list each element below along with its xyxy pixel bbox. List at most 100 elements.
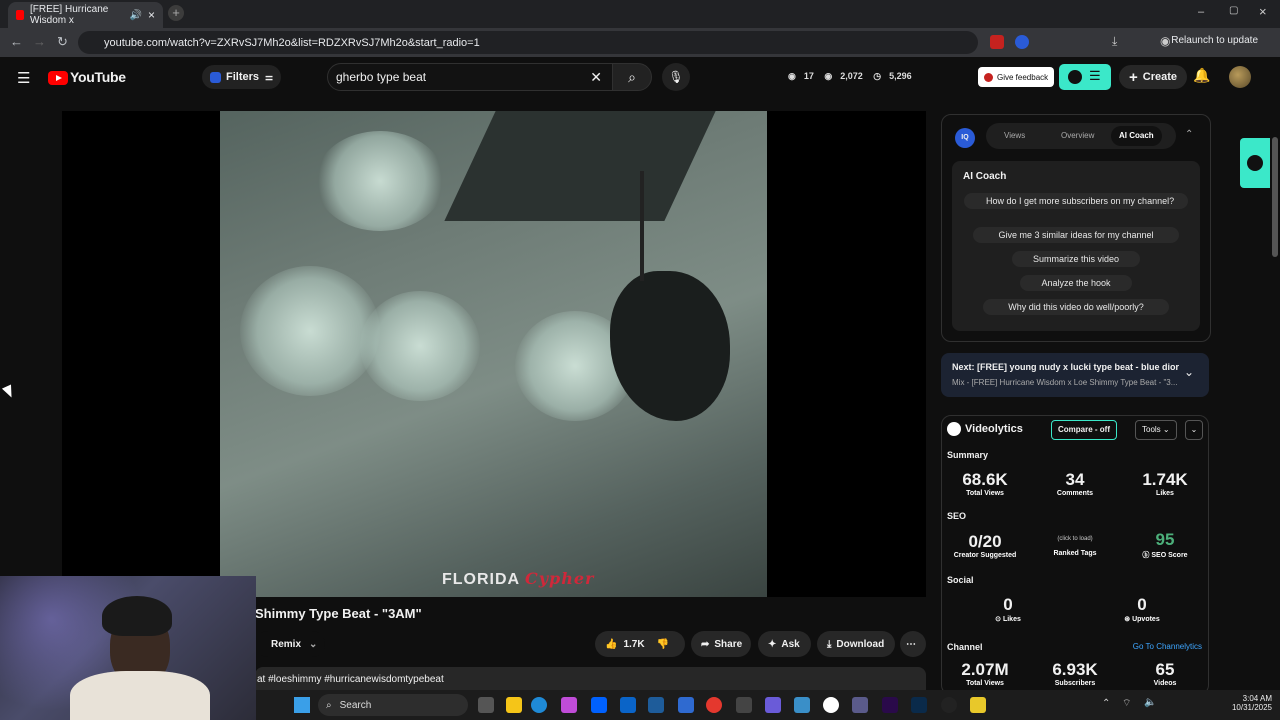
tray-chevron-icon[interactable]: ⌃ bbox=[1102, 698, 1110, 709]
download-button[interactable]: ⤓ Download bbox=[817, 631, 895, 657]
prompt-summarize[interactable]: Summarize this video bbox=[1012, 251, 1140, 267]
app-icon[interactable] bbox=[648, 697, 664, 713]
voice-search-icon[interactable]: 🎙 bbox=[662, 63, 690, 91]
scroll-thumb[interactable] bbox=[1272, 137, 1278, 257]
close-window-icon[interactable]: × bbox=[1259, 4, 1267, 19]
store-icon[interactable] bbox=[678, 697, 694, 713]
chevron-down-icon[interactable]: ⌄ bbox=[1184, 365, 1194, 379]
extension-icon[interactable] bbox=[1015, 35, 1029, 49]
volume-icon[interactable]: 🔈 bbox=[1144, 697, 1156, 708]
channelytics-link[interactable]: Go To Channelytics bbox=[1133, 642, 1202, 651]
ai-coach-panel: IQ Views Overview AI Coach ⌃ AI Coach Ho… bbox=[941, 114, 1211, 342]
hanging-ornament bbox=[610, 271, 730, 421]
videolytics-side-tab[interactable] bbox=[1240, 138, 1270, 188]
app-icon[interactable] bbox=[765, 697, 781, 713]
task-view-icon[interactable] bbox=[478, 697, 494, 713]
give-feedback-button[interactable]: Give feedback bbox=[978, 67, 1055, 87]
reload-icon[interactable]: ↻ bbox=[57, 34, 68, 50]
windows-taskbar: ⌕ Search ⌃ ⌔ 🔈 3:04 AM 10/31/2025 bbox=[256, 690, 1280, 720]
share-button[interactable]: ➦ Share bbox=[691, 631, 751, 657]
like-button[interactable]: 👍 1.7K 👎 bbox=[595, 631, 685, 657]
channel-subs-label: Subscribers bbox=[1054, 680, 1096, 687]
app-icon[interactable] bbox=[970, 697, 986, 713]
logo-text: YouTube bbox=[70, 69, 126, 85]
tab-views[interactable]: Views bbox=[1004, 123, 1025, 149]
url-field[interactable]: youtube.com/watch?v=ZXRvSJ7Mh2o&list=RDZ… bbox=[78, 31, 978, 54]
coach-tabs: Views Overview AI Coach bbox=[986, 123, 1176, 149]
copilot-icon[interactable] bbox=[561, 697, 577, 713]
prompt-why[interactable]: Why did this video do well/poorly? bbox=[983, 299, 1169, 315]
profile-icon[interactable]: ◉ bbox=[1160, 34, 1170, 48]
youtube-logo[interactable]: YouTube bbox=[48, 69, 126, 86]
search-input[interactable]: gherbo type beat ✕ bbox=[327, 63, 613, 91]
seo-score-label: SEO Score bbox=[1151, 552, 1188, 559]
videolytics-toggle-button[interactable]: ☰ bbox=[1059, 64, 1111, 90]
comments-label: Comments bbox=[1056, 490, 1094, 497]
tools-button[interactable]: Tools ⌄ bbox=[1135, 420, 1177, 440]
taskbar-search[interactable]: ⌕ Search bbox=[318, 694, 468, 716]
new-tab-icon[interactable]: + bbox=[168, 5, 184, 21]
chevron-up-icon[interactable]: ⌃ bbox=[1185, 129, 1193, 140]
compare-button[interactable]: Compare - off bbox=[1051, 420, 1117, 440]
ranked-tags-stat[interactable]: (click to load) Ranked Tags bbox=[1035, 536, 1115, 557]
ranked-label: Ranked Tags bbox=[1053, 550, 1097, 557]
file-explorer-icon[interactable] bbox=[506, 697, 522, 713]
media-player-icon[interactable] bbox=[941, 697, 957, 713]
social-likes-stat: 0 ⊙ Likes bbox=[968, 595, 1048, 623]
minimize-icon[interactable]: – bbox=[1198, 6, 1204, 18]
tab-close-icon[interactable]: × bbox=[148, 8, 155, 22]
prompt-hook[interactable]: Analyze the hook bbox=[1020, 275, 1132, 291]
clear-search-icon[interactable]: ✕ bbox=[590, 69, 602, 86]
notifications-icon[interactable]: 🔔 bbox=[1193, 67, 1210, 84]
remix-button[interactable]: Remix ⌄ bbox=[255, 631, 325, 657]
chrome-icon[interactable] bbox=[706, 697, 722, 713]
edge-icon[interactable] bbox=[531, 697, 547, 713]
relaunch-button[interactable]: Relaunch to update bbox=[1171, 35, 1258, 46]
avatar[interactable] bbox=[1229, 66, 1251, 88]
back-icon[interactable]: ← bbox=[10, 34, 23, 49]
extension-icon[interactable] bbox=[990, 35, 1004, 49]
tools-label: Tools bbox=[1142, 425, 1161, 434]
menu-icon[interactable]: ☰ bbox=[17, 69, 30, 87]
ask-button[interactable]: ✦ Ask bbox=[758, 631, 811, 657]
tab-ai-coach[interactable]: AI Coach bbox=[1111, 126, 1162, 146]
video-actions: Remix ⌄ 👍 1.7K 👎 ➦ Share ✦ Ask ⤓ Downloa… bbox=[255, 631, 927, 657]
browser-tab[interactable]: [FREE] Hurricane Wisdom x 🔊 × bbox=[8, 2, 163, 28]
next-up-bar[interactable]: Next: [FREE] young nudy x lucki type bea… bbox=[941, 353, 1209, 397]
chevron-down-icon[interactable]: ⌄ bbox=[1185, 420, 1203, 440]
wifi-icon[interactable]: ⌔ bbox=[1122, 697, 1131, 710]
vidiq-icon: IQ bbox=[955, 128, 975, 148]
mouse-cursor-icon bbox=[1, 384, 17, 400]
windows-start-icon[interactable] bbox=[294, 697, 310, 713]
app-icon[interactable] bbox=[794, 697, 810, 713]
brand-text: Videolytics bbox=[965, 423, 1023, 435]
dropbox-icon[interactable] bbox=[591, 697, 607, 713]
app-icon[interactable] bbox=[736, 697, 752, 713]
app-icon[interactable] bbox=[823, 697, 839, 713]
obs-icon[interactable] bbox=[852, 697, 868, 713]
upvotes-label: Upvotes bbox=[1132, 616, 1160, 623]
chain bbox=[640, 171, 644, 281]
search-button[interactable]: ⌕ bbox=[612, 63, 652, 91]
maximize-icon[interactable]: ▢ bbox=[1229, 5, 1238, 16]
outlook-icon[interactable] bbox=[620, 697, 636, 713]
search-icon: ⌕ bbox=[628, 69, 636, 85]
filters-button[interactable]: Filters ⚌ bbox=[202, 65, 282, 89]
forward-icon[interactable]: → bbox=[33, 34, 46, 49]
page-scrollbar[interactable] bbox=[1270, 57, 1280, 690]
videolytics-icon bbox=[947, 422, 961, 436]
premiere-icon[interactable] bbox=[882, 697, 898, 713]
download-icon[interactable]: ⤓ bbox=[1112, 34, 1117, 49]
prompt-subscribers[interactable]: How do I get more subscribers on my chan… bbox=[964, 193, 1188, 209]
clock[interactable]: 3:04 AM 10/31/2025 bbox=[1224, 694, 1272, 712]
likes-label: Likes bbox=[1156, 490, 1174, 497]
thumbs-down-icon[interactable]: 👎 bbox=[657, 639, 669, 650]
tab-overview[interactable]: Overview bbox=[1061, 123, 1094, 149]
photoshop-icon[interactable] bbox=[911, 697, 927, 713]
creator-suggested-stat[interactable]: 0/20 Creator Suggested bbox=[945, 532, 1025, 559]
video-player[interactable]: FLORIDA Cypher bbox=[62, 111, 926, 597]
more-actions-icon[interactable]: ⋯ bbox=[900, 631, 926, 657]
speaker-icon[interactable]: 🔊 bbox=[130, 10, 142, 21]
create-button[interactable]: + Create bbox=[1119, 65, 1188, 89]
prompt-ideas[interactable]: Give me 3 similar ideas for my channel bbox=[973, 227, 1179, 243]
